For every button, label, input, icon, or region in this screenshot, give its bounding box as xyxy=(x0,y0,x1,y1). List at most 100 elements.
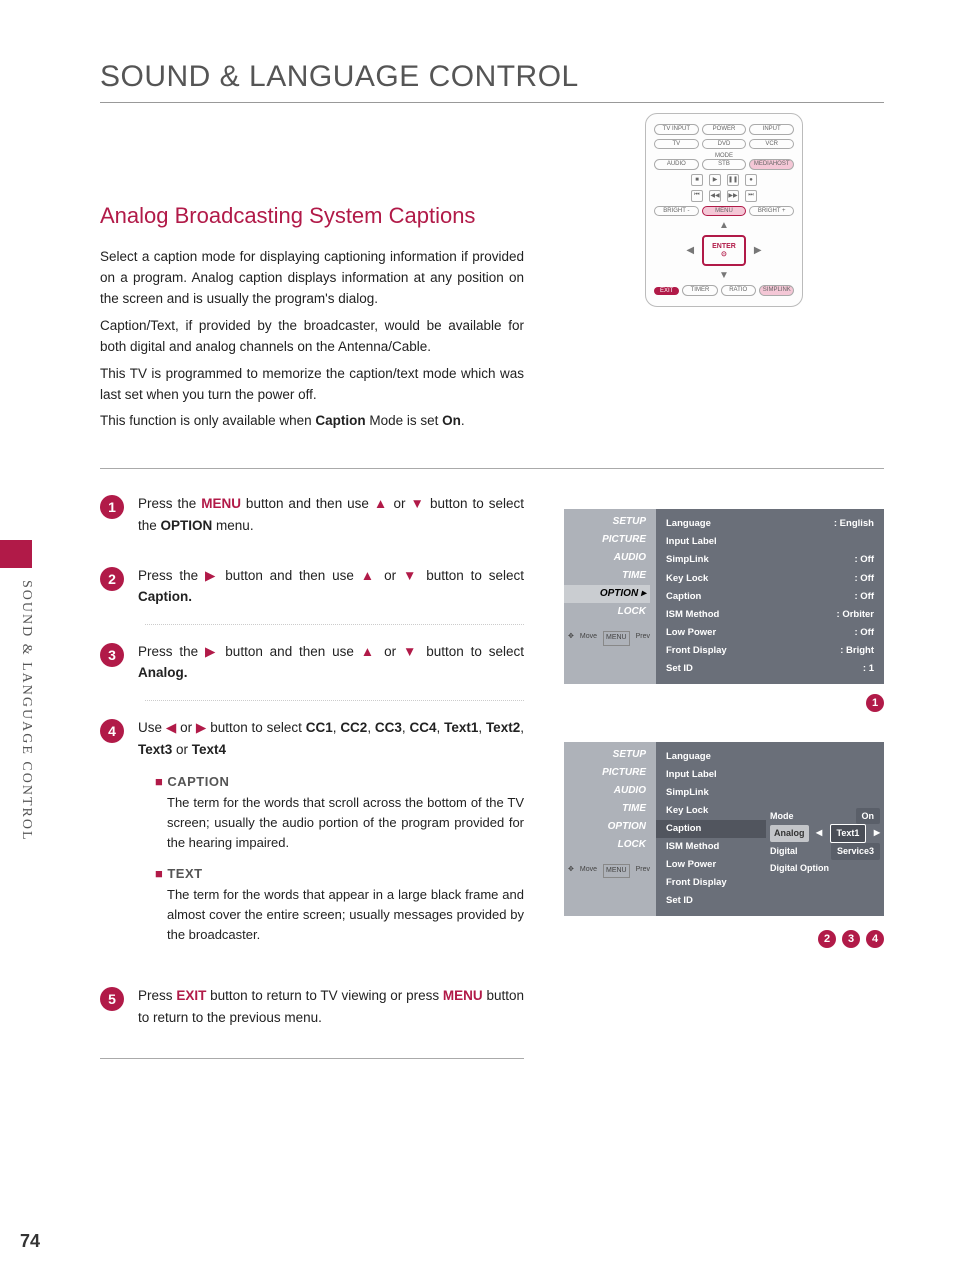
remote-enter-label: ENTER xyxy=(712,243,736,250)
arrow-right-icon: ▶ xyxy=(196,720,206,735)
s4-post: button to select xyxy=(206,720,305,735)
opt-cc2: CC2 xyxy=(340,720,367,735)
opt-cc4: CC4 xyxy=(410,720,437,735)
intro-p4-mid: Mode is set xyxy=(366,413,443,428)
s3-mid2: or xyxy=(377,644,403,659)
remote-input: INPUT xyxy=(749,124,794,135)
s3-mid: button and then use xyxy=(218,644,360,659)
s2-mid: button and then use xyxy=(218,568,360,583)
record-icon: ● xyxy=(745,174,757,186)
arrow-down-icon: ▼ xyxy=(410,496,425,511)
s2-pre: Press the xyxy=(138,568,205,583)
intro-block: Select a caption mode for displaying cap… xyxy=(100,247,524,432)
intro-p4-caption: Caption xyxy=(315,413,365,428)
s5-pre: Press xyxy=(138,988,176,1003)
step-3-text: Press the ▶ button and then use ▲ or ▼ b… xyxy=(138,641,524,684)
remote-menu: MENU xyxy=(702,206,747,217)
osd2-tab-time: TIME xyxy=(564,800,650,818)
arrow-down-icon: ▼ xyxy=(403,568,419,583)
opt-t2: Text2 xyxy=(486,720,520,735)
osd1-key-v: : Off xyxy=(854,570,874,588)
step-2-text: Press the ▶ button and then use ▲ or ▼ b… xyxy=(138,565,524,608)
osd2-r-digital-v: Service3 xyxy=(831,843,880,860)
osd1-ism-v: : Orbiter xyxy=(837,606,874,624)
osd1-tab-time: TIME xyxy=(564,567,650,585)
osd2-l-simp: SimpLink xyxy=(666,784,709,802)
step-4-text: Use ◀ or ▶ button to select CC1, CC2, CC… xyxy=(138,717,524,760)
osd1-lang-l: Language xyxy=(666,515,711,533)
intro-p4-post: . xyxy=(461,413,465,428)
osd1-ism-l: ISM Method xyxy=(666,606,719,624)
arrow-up-icon: ▲ xyxy=(361,568,377,583)
rewind-icon: ◀◀ xyxy=(709,190,721,202)
osd2-move: Move xyxy=(580,864,597,879)
s2-post: button to select xyxy=(419,568,524,583)
opt-cc3: CC3 xyxy=(375,720,402,735)
step-2: 2 Press the ▶ button and then use ▲ or ▼… xyxy=(100,565,524,608)
osd1-prev: Prev xyxy=(636,631,650,646)
def-text-label: TEXT xyxy=(167,866,202,881)
step-divider xyxy=(145,624,524,625)
nav-right-icon: ▶ xyxy=(754,245,762,256)
s2-caption: Caption. xyxy=(138,589,192,604)
s5-exit: EXIT xyxy=(176,988,206,1003)
s2-mid2: or xyxy=(377,568,403,583)
osd2-ref-badge-3: 3 xyxy=(842,930,860,948)
remote-ratio: RATIO xyxy=(721,285,756,296)
osd1-low-v: : Off xyxy=(854,624,874,642)
step-1-badge: 1 xyxy=(100,495,124,519)
arrow-down-icon: ▼ xyxy=(403,644,419,659)
remote-bright-minus: BRIGHT - xyxy=(654,206,699,217)
page-title: SOUND & LANGUAGE CONTROL xyxy=(100,60,884,103)
osd1-tab-setup: SETUP xyxy=(564,513,650,531)
osd2-panel: Language Input Label SimpLink Key Lock C… xyxy=(656,742,884,916)
step-5-text: Press EXIT button to return to TV viewin… xyxy=(138,985,524,1028)
osd-menu-1: SETUP PICTURE AUDIO TIME OPTION ▸ LOCK ✥… xyxy=(564,509,884,683)
osd1-front-l: Front Display xyxy=(666,642,727,660)
remote-power: POWER xyxy=(702,124,747,135)
osd2-l-setid: Set ID xyxy=(666,892,693,910)
s1-option: OPTION xyxy=(161,518,213,533)
intro-p1: Select a caption mode for displaying cap… xyxy=(100,247,524,310)
pause-icon: ❚❚ xyxy=(727,174,739,186)
intro-p4: This function is only available when Cap… xyxy=(100,411,524,432)
osd2-l-key: Key Lock xyxy=(666,802,708,820)
s3-analog: Analog. xyxy=(138,665,188,680)
nav-up-icon: ▲ xyxy=(719,220,729,231)
osd2-tab-option: OPTION xyxy=(564,818,650,836)
step-5-badge: 5 xyxy=(100,987,124,1011)
arrow-up-icon: ▲ xyxy=(374,496,389,511)
osd1-tab-option: OPTION ▸ xyxy=(564,585,650,603)
osd1-front-v: : Bright xyxy=(840,642,874,660)
def-text-body: The term for the words that appear in a … xyxy=(167,885,524,945)
s1-mid2: or xyxy=(388,496,410,511)
opt-t1: Text1 xyxy=(444,720,478,735)
remote-vcr: VCR xyxy=(749,139,794,150)
remote-enter: ENTER⊙ xyxy=(702,235,746,266)
osd2-prev: Prev xyxy=(636,864,650,879)
osd2-tab-setup: SETUP xyxy=(564,746,650,764)
remote-bright-plus: BRIGHT + xyxy=(749,206,794,217)
step-1-text: Press the MENU button and then use ▲ or … xyxy=(138,493,524,536)
def-text-head: ■TEXT xyxy=(155,866,524,881)
osd1-ref-badge: 1 xyxy=(866,694,884,712)
stop-icon: ■ xyxy=(691,174,703,186)
s3-post: button to select xyxy=(419,644,524,659)
def-caption-head: ■CAPTION xyxy=(155,774,524,789)
osd2-r-mode-l: Mode xyxy=(770,808,794,825)
arrow-up-icon: ▲ xyxy=(361,644,377,659)
osd1-panel: Language: English Input Label SimpLink: … xyxy=(656,509,884,683)
osd2-tab-picture: PICTURE xyxy=(564,764,650,782)
play-icon: ▶ xyxy=(709,174,721,186)
osd2-ref-badge-4: 4 xyxy=(866,930,884,948)
osd2-ref-badge-2: 2 xyxy=(818,930,836,948)
osd1-cap-v: : Off xyxy=(854,588,874,606)
osd1-move: Move xyxy=(580,631,597,646)
s1-pre: Press the xyxy=(138,496,201,511)
arrow-right-icon: ▶ xyxy=(205,568,218,583)
osd2-tabs: SETUP PICTURE AUDIO TIME OPTION LOCK ✥Mo… xyxy=(564,742,656,916)
osd2-r-digital-l: Digital xyxy=(770,843,798,860)
osd2-l-ism: ISM Method xyxy=(666,838,719,856)
remote-stb: STB xyxy=(702,159,747,170)
bullet-icon: ■ xyxy=(155,774,163,789)
